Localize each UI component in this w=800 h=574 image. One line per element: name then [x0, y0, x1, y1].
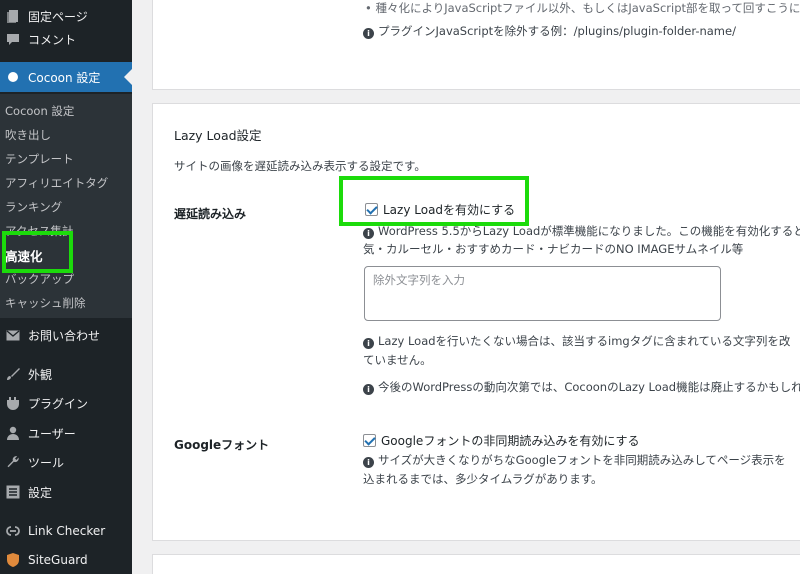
- menu-item-link-checker[interactable]: Link Checker: [0, 518, 132, 544]
- checkbox-checked[interactable]: [363, 434, 376, 447]
- wrench-icon: [5, 454, 21, 470]
- mail-icon: [5, 327, 21, 343]
- info-icon: i: [363, 228, 374, 239]
- menu-label: Link Checker: [28, 524, 106, 538]
- menu-label: ユーザー: [28, 426, 76, 441]
- submenu-item-affiliate-tag[interactable]: アフィリエイトタグ: [5, 175, 108, 191]
- submenu-item-template[interactable]: テンプレート: [5, 151, 74, 167]
- admin-sidebar: 固定ページ コメント Cocoon 設定 Cocoon 設定 吹き出し テンプレ…: [0, 0, 132, 574]
- menu-item-cocoon[interactable]: Cocoon 設定: [0, 62, 132, 92]
- info-icon: i: [363, 457, 374, 468]
- submenu-item-cocoon-settings[interactable]: Cocoon 設定: [5, 103, 74, 119]
- info-icon: i: [363, 338, 374, 349]
- menu-item-comments[interactable]: コメント: [0, 26, 132, 52]
- lazy-load-note-cont: 気・カルーセル・おすすめカード・ナビカードのNO IMAGEサムネイル等: [363, 242, 744, 256]
- menu-item-appearance[interactable]: 外観: [0, 361, 132, 387]
- submenu-item-ranking[interactable]: ランキング: [5, 199, 62, 215]
- exclude-note: i Lazy Loadを行いたくない場合は、該当するimgタグに含まれている文字列…: [363, 333, 790, 349]
- plugin-icon: [5, 395, 21, 411]
- page-icon: [5, 8, 21, 24]
- lazy-load-label: 遅延読み込み: [174, 207, 247, 221]
- menu-item-tools[interactable]: ツール: [0, 449, 132, 475]
- lazy-load-card: Lazy Load設定 サイトの画像を遅延読み込み表示する設定です。 遅延読み込…: [152, 103, 800, 541]
- submenu-item-backup[interactable]: バックアップ: [5, 271, 74, 287]
- menu-item-settings[interactable]: 設定: [0, 479, 132, 505]
- section-description: サイトの画像を遅延読み込み表示する設定です。: [174, 159, 426, 173]
- shield-icon: [5, 552, 21, 568]
- section-title: Lazy Load設定: [174, 128, 262, 143]
- menu-label: お問い合わせ: [28, 328, 101, 343]
- menu-item-contact[interactable]: お問い合わせ: [0, 322, 132, 348]
- current-arrow: [124, 69, 132, 85]
- highlight-box-lazy-load: [339, 176, 529, 226]
- main-content: • 種々化によりJavaScriptファイル以外、もしくはJavaScript部…: [132, 0, 800, 574]
- menu-item-plugins[interactable]: プラグイン: [0, 390, 132, 416]
- info-icon: i: [363, 28, 374, 39]
- settings-card-next: [152, 554, 800, 574]
- exclude-note-cont: ていません。: [363, 353, 432, 367]
- menu-item-siteguard[interactable]: SiteGuard: [0, 547, 132, 573]
- menu-label: Cocoon 設定: [28, 70, 101, 85]
- menu-label: 設定: [28, 485, 53, 500]
- link-icon: [5, 523, 21, 539]
- menu-label: コメント: [28, 32, 77, 47]
- menu-label: ツール: [28, 455, 65, 470]
- partial-note: • 種々化によりJavaScriptファイル以外、もしくはJavaScript部…: [365, 1, 800, 15]
- settings-icon: [5, 484, 21, 500]
- google-fonts-label: Googleフォント: [174, 438, 270, 452]
- brush-icon: [5, 366, 21, 382]
- comment-icon: [5, 31, 21, 47]
- settings-card-top: • 種々化によりJavaScriptファイル以外、もしくはJavaScript部…: [152, 0, 800, 90]
- highlight-box-speedup: [2, 231, 73, 273]
- menu-label: 固定ページ: [28, 9, 88, 24]
- menu-label: SiteGuard: [28, 553, 88, 567]
- lazy-load-note: i WordPress 5.5からLazy Loadが標準機能になりました。この機…: [363, 223, 800, 239]
- menu-label: 外観: [28, 367, 53, 382]
- exclude-js-example: i プラグインJavaScriptを除外する例：/plugins/plugin-f…: [363, 23, 736, 39]
- future-note: i 今後のWordPressの動向次第では、CocoonのLazy Load機能は…: [363, 379, 800, 395]
- cocoon-submenu: Cocoon 設定 吹き出し テンプレート アフィリエイトタグ ランキング アク…: [0, 94, 132, 318]
- google-fonts-checkbox[interactable]: Googleフォントの非同期読み込みを有効にする: [363, 432, 639, 449]
- menu-item-users[interactable]: ユーザー: [0, 420, 132, 446]
- info-icon: i: [363, 384, 374, 395]
- cocoon-icon: [5, 69, 21, 85]
- user-icon: [5, 425, 21, 441]
- google-fonts-note-cont: 込まれるまでは、多少タイムラグがあります。: [363, 472, 603, 486]
- menu-label: プラグイン: [28, 396, 89, 411]
- submenu-item-speech-balloon[interactable]: 吹き出し: [5, 127, 51, 143]
- submenu-item-cache-clear[interactable]: キャッシュ削除: [5, 295, 86, 311]
- exclude-strings-textarea[interactable]: [364, 266, 721, 321]
- google-fonts-note: i サイズが大きくなりがちなGoogleフォントを非同期読み込みしてページ表示を: [363, 452, 786, 468]
